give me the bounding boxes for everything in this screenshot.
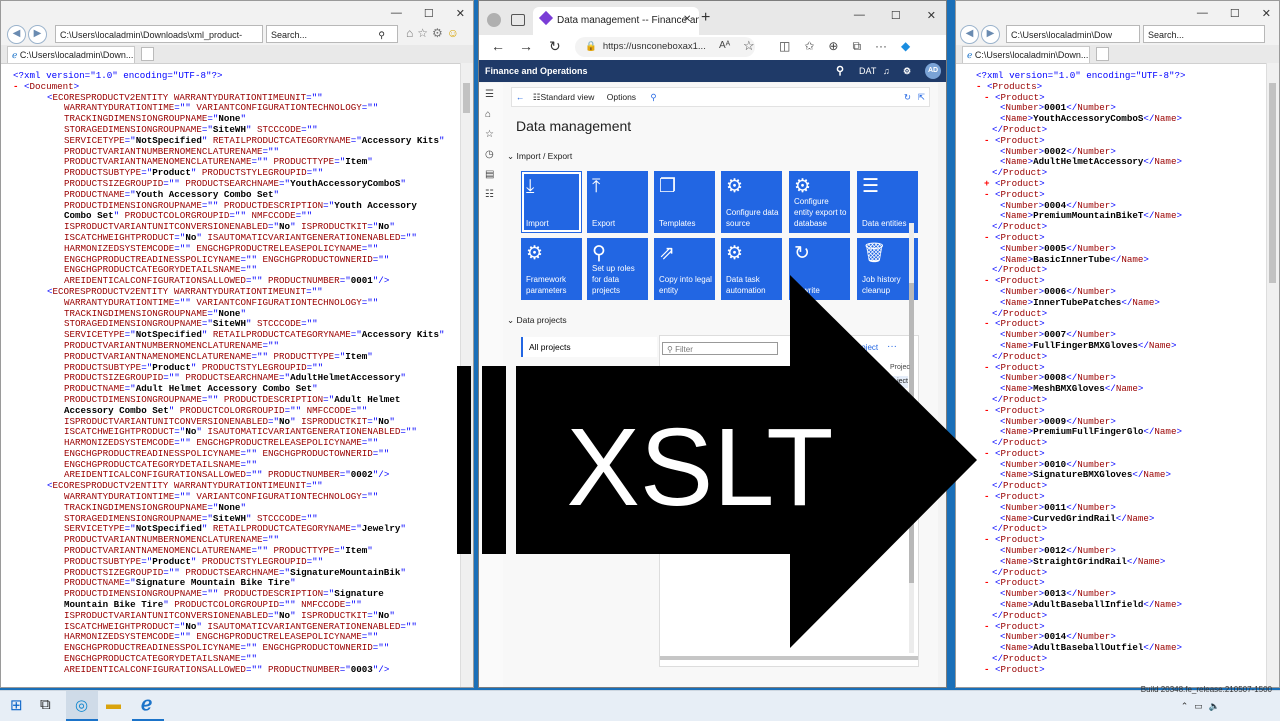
edge-taskbar-button[interactable]: ◎ — [66, 691, 98, 721]
internet-explorer-icon: ℯ — [141, 694, 153, 715]
tray-expand-icon[interactable]: ⌃ — [1181, 701, 1189, 712]
build-watermark: Build 20348.fe_release.210507-1500 — [1140, 685, 1272, 694]
system-tray: ⌃ ▭ 🔈 — [1181, 701, 1220, 712]
taskbar: ⊞ ⧉ ◎ ▬ ℯ Build 20348.fe_release.210507-… — [0, 685, 1280, 721]
network-icon[interactable]: ▭ — [1194, 701, 1203, 712]
file-explorer-icon[interactable]: ▬ — [106, 696, 121, 713]
xslt-label: XSLT — [567, 406, 834, 529]
windows-start-icon[interactable]: ⊞ — [10, 696, 23, 714]
ie-taskbar-button[interactable]: ℯ — [132, 691, 164, 721]
arrow-stripe-1 — [457, 366, 471, 554]
task-view-icon[interactable]: ⧉ — [40, 696, 51, 713]
edge-app-icon: ◎ — [75, 697, 89, 714]
volume-icon[interactable]: 🔈 — [1209, 701, 1220, 712]
arrow-stripe-2 — [482, 366, 506, 554]
xslt-arrow-overlay: XSLT — [457, 275, 977, 648]
